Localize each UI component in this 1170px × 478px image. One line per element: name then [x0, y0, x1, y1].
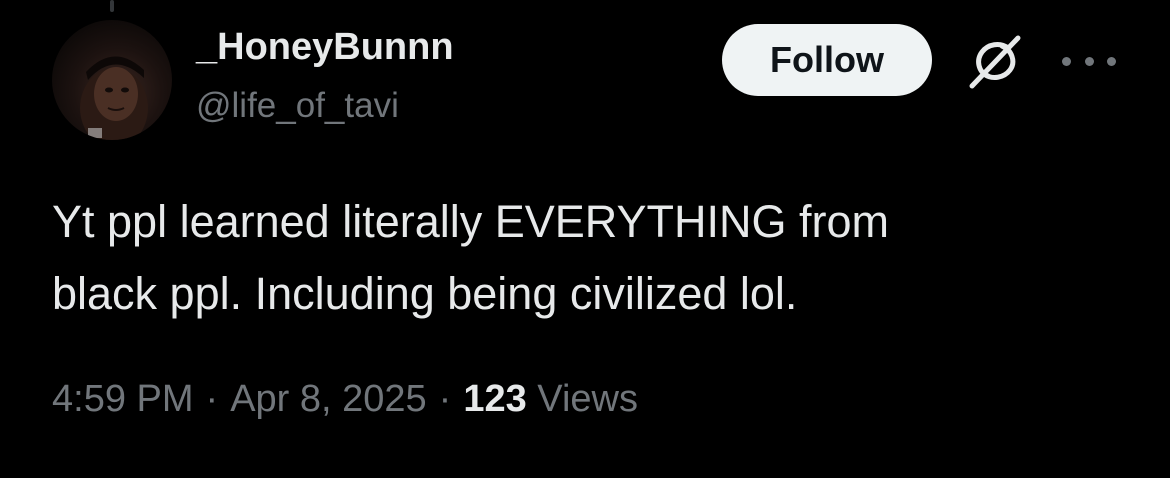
follow-button[interactable]: Follow	[722, 24, 932, 96]
views-link[interactable]: 123 Views	[463, 378, 638, 420]
more-dot	[1062, 56, 1071, 66]
tweet-text-line: black ppl. Including being civilized lol…	[52, 268, 798, 319]
tweet-text: Yt ppl learned literally EVERYTHING from…	[52, 186, 1132, 330]
views-count: 123	[463, 378, 527, 420]
tweet-meta: 4:59 PM · Apr 8, 2025 · 123 Views	[52, 378, 638, 421]
timestamp-link[interactable]: 4:59 PM · Apr 8, 2025	[52, 378, 427, 420]
more-dot	[1084, 56, 1094, 66]
meta-separator: ·	[205, 378, 219, 420]
more-dot	[1107, 56, 1116, 66]
timestamp-date: Apr 8, 2025	[230, 378, 427, 420]
meta-separator: ·	[438, 378, 452, 420]
author-handle[interactable]: @life_of_tavi	[196, 86, 399, 126]
grok-icon[interactable]	[964, 30, 1026, 92]
avatar[interactable]	[52, 20, 172, 140]
author-display-name[interactable]: _HoneyBunnn	[196, 26, 454, 69]
more-icon[interactable]	[1062, 44, 1116, 78]
views-label: Views	[537, 378, 638, 420]
timestamp-time: 4:59 PM	[52, 378, 194, 420]
avatar-photo	[80, 56, 148, 140]
thread-connector-line	[110, 0, 114, 12]
tweet-text-line: Yt ppl learned literally EVERYTHING from	[52, 196, 889, 247]
